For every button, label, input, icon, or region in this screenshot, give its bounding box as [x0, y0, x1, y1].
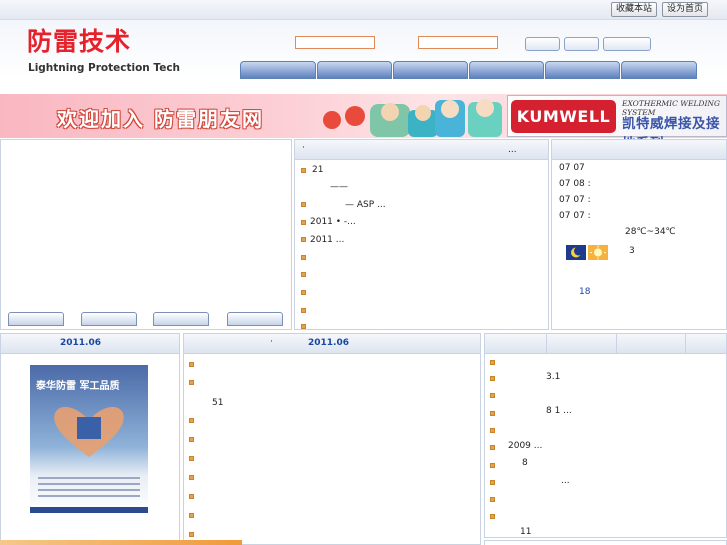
bullet-icon	[490, 393, 495, 398]
bullet-icon	[301, 308, 306, 313]
industry-news-item[interactable]: 8	[522, 458, 528, 468]
bullet-icon	[490, 428, 495, 433]
news-header-dot: ·	[302, 143, 305, 153]
news-item[interactable]: 2011 • -...	[310, 217, 356, 227]
news-item[interactable]: 21	[312, 165, 323, 175]
slideshow-tab-2[interactable]	[81, 312, 137, 326]
slideshow-tab-3[interactable]	[153, 312, 209, 326]
bullet-icon	[301, 290, 306, 295]
weather-line: 07 07	[559, 163, 585, 173]
poster-headline: 泰华防雷 军工品质	[36, 381, 120, 392]
slideshow-panel	[0, 139, 292, 330]
moon-icon	[566, 245, 586, 260]
industry-news-item[interactable]: 3.1	[546, 372, 560, 382]
kumwell-logo: KUMWELL	[511, 100, 616, 133]
logo-subtitle: Lightning Protection Tech	[28, 62, 181, 74]
bookmark-button[interactable]: 收藏本站	[611, 2, 657, 17]
slideshow-tab-1[interactable]	[8, 312, 64, 326]
bullet-icon	[189, 513, 194, 518]
bullet-icon	[189, 532, 194, 537]
nav-tab-4[interactable]	[469, 61, 544, 79]
banner-welcome-text: 欢迎加入 防雷朋友网	[57, 107, 264, 131]
bullet-icon	[490, 480, 495, 485]
industry-news-header	[485, 334, 726, 354]
weather-day-link[interactable]: 18	[579, 287, 590, 297]
announcement-panel	[183, 333, 481, 545]
tab-divider	[685, 334, 686, 354]
nav-tab-2[interactable]	[317, 61, 392, 79]
bullet-icon	[301, 324, 306, 329]
bullet-icon	[189, 456, 194, 461]
nav-tab-3[interactable]	[393, 61, 468, 79]
bullet-icon	[490, 376, 495, 381]
bullet-icon	[301, 220, 306, 225]
register-button[interactable]	[564, 37, 599, 51]
tab-divider	[616, 334, 617, 354]
login-button[interactable]	[525, 37, 560, 51]
cartoon-characters-illustration	[323, 99, 502, 137]
bullet-icon	[189, 437, 194, 442]
bullet-icon	[490, 445, 495, 450]
nav-tab-1[interactable]	[240, 61, 316, 79]
announcement-panel-title[interactable]: 2011.06	[308, 338, 349, 348]
username-input[interactable]	[295, 36, 375, 49]
temperature-text: 28℃~34℃	[625, 227, 676, 237]
next-panel-edge	[484, 540, 727, 545]
industry-news-item[interactable]: 8 1 ...	[546, 406, 572, 416]
slideshow-tab-4[interactable]	[227, 312, 283, 326]
bullet-icon	[490, 360, 495, 365]
poster-panel-title[interactable]: 2011.06	[60, 338, 101, 348]
industry-news-item[interactable]: ...	[561, 476, 570, 486]
bullet-icon	[301, 168, 306, 173]
nav-tab-5[interactable]	[545, 61, 620, 79]
bullet-icon	[189, 418, 194, 423]
bullet-icon	[189, 362, 194, 367]
bullet-icon	[189, 380, 194, 385]
footer-strip	[0, 540, 242, 545]
forgot-password-button[interactable]	[603, 37, 651, 51]
announcement-item[interactable]: 51	[212, 398, 223, 408]
news-item[interactable]: — ASP ...	[345, 200, 386, 210]
logo-title[interactable]: 防雷技术	[27, 27, 131, 57]
bullet-icon	[301, 237, 306, 242]
sun-icon	[588, 245, 608, 260]
bullet-icon	[301, 272, 306, 277]
bullet-icon	[490, 463, 495, 468]
weather-line: 07 07 :	[559, 211, 591, 221]
set-homepage-button[interactable]: 设为首页	[662, 2, 708, 17]
bullet-icon	[189, 494, 194, 499]
nav-tab-6[interactable]	[621, 61, 697, 79]
weather-level: 3	[629, 246, 635, 256]
announcement-header-dot: ·	[270, 337, 273, 347]
news-item[interactable]: 2011 ...	[310, 235, 344, 245]
industry-news-item[interactable]: 2009 ...	[508, 441, 542, 451]
news-item[interactable]: ——	[330, 182, 348, 192]
bullet-icon	[490, 514, 495, 519]
industry-news-panel	[484, 333, 727, 538]
industry-news-item[interactable]: 11	[520, 527, 531, 537]
news-more-link[interactable]: ...	[508, 145, 517, 155]
weather-line: 07 07 :	[559, 195, 591, 205]
bullet-icon	[301, 202, 306, 207]
bullet-icon	[490, 497, 495, 502]
bullet-icon	[301, 255, 306, 260]
bullet-icon	[189, 475, 194, 480]
bullet-icon	[490, 411, 495, 416]
password-input[interactable]	[418, 36, 498, 49]
weather-line: 07 08 :	[559, 179, 591, 189]
tab-divider	[546, 334, 547, 354]
weather-panel-header	[552, 140, 726, 160]
